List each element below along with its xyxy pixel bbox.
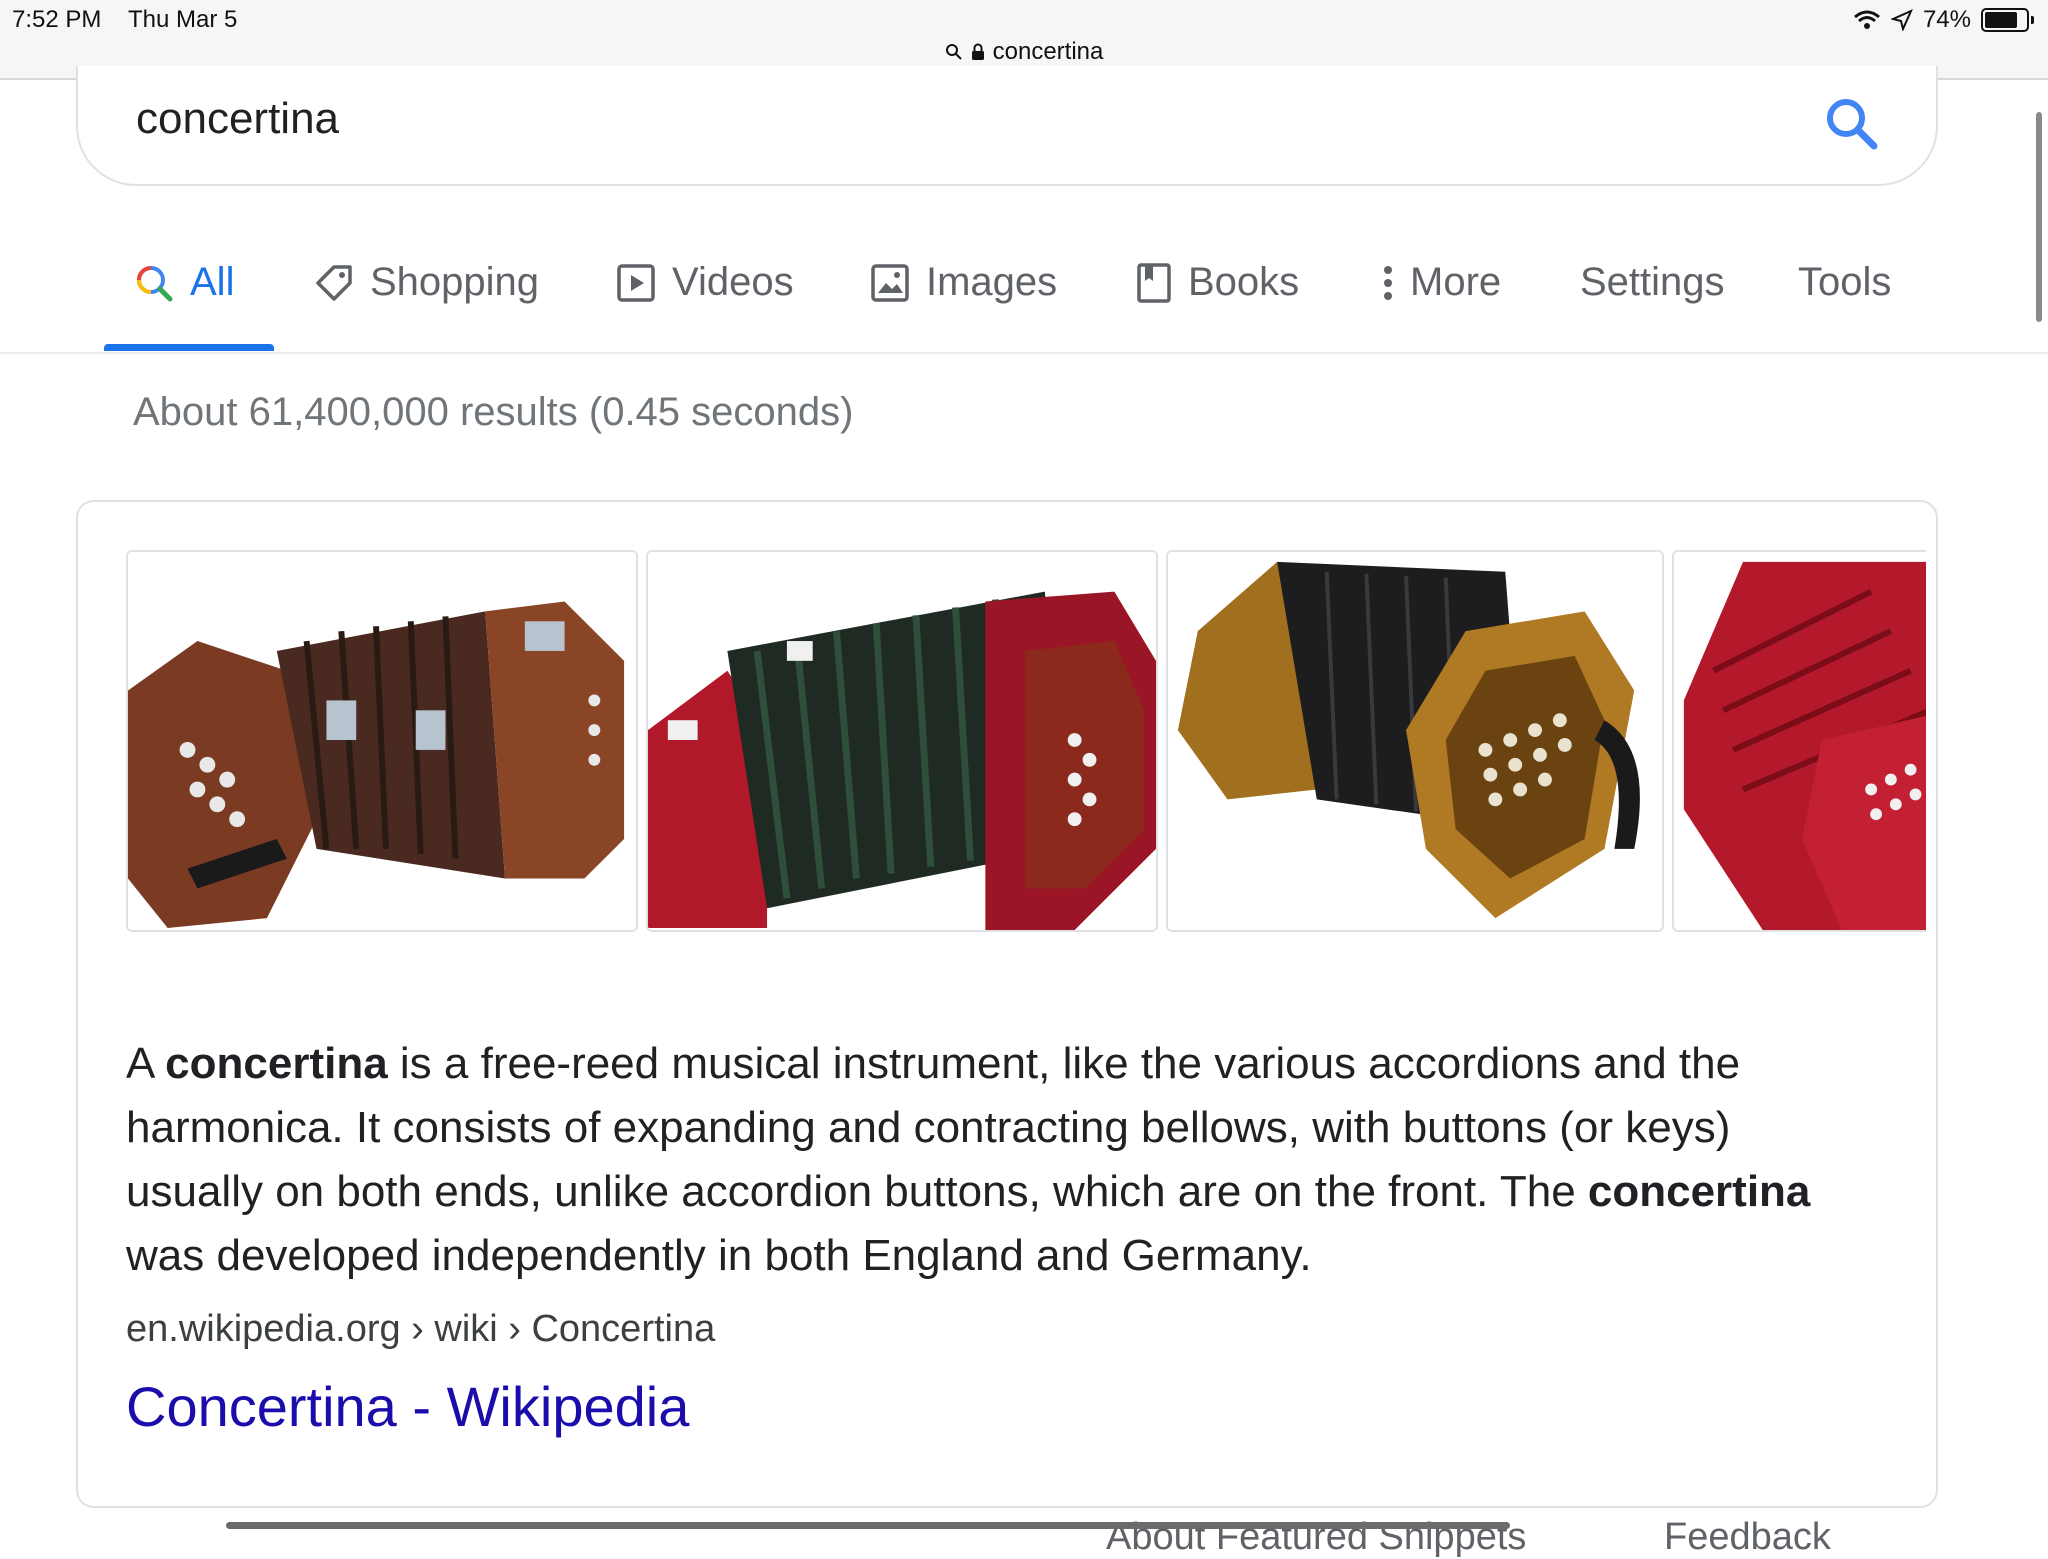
result-breadcrumb[interactable]: en.wikipedia.org › wiki › Concertina bbox=[126, 1308, 715, 1351]
tab-label: All bbox=[190, 260, 235, 304]
location-icon bbox=[1890, 9, 1913, 31]
search-input[interactable]: concertina bbox=[136, 94, 339, 144]
tab-more[interactable]: More bbox=[1382, 260, 1501, 305]
concertina-image bbox=[128, 552, 636, 930]
concertina-image bbox=[1674, 552, 1926, 930]
tab-label: Videos bbox=[672, 260, 794, 304]
snippet-text: A concertina is a free-reed musical inst… bbox=[126, 1039, 1811, 1280]
snippet-bold: concertina bbox=[165, 1039, 388, 1088]
url-bar[interactable]: concertina bbox=[0, 38, 2048, 66]
tab-books[interactable]: Books bbox=[1136, 260, 1299, 305]
tab-settings[interactable]: Settings bbox=[1580, 260, 1725, 305]
more-vert-icon bbox=[1384, 265, 1392, 300]
tab-label: Shopping bbox=[370, 260, 540, 304]
tab-images[interactable]: Images bbox=[870, 260, 1057, 305]
search-icon bbox=[945, 44, 962, 60]
featured-snippet-card: A concertina is a free-reed musical inst… bbox=[76, 500, 1938, 1508]
image-thumbnail[interactable] bbox=[126, 550, 638, 932]
lock-icon bbox=[971, 43, 984, 60]
search-icon[interactable] bbox=[1820, 92, 1884, 156]
home-indicator bbox=[226, 1522, 1510, 1529]
search-box[interactable]: concertina bbox=[76, 66, 1938, 186]
image-icon bbox=[871, 263, 909, 302]
tab-all[interactable]: All bbox=[134, 260, 234, 305]
concertina-image bbox=[648, 552, 1156, 930]
feedback-link[interactable]: Feedback bbox=[1664, 1516, 1831, 1559]
result-stats: About 61,400,000 results (0.45 seconds) bbox=[133, 390, 854, 434]
tag-icon bbox=[316, 264, 352, 301]
tab-label: Images bbox=[926, 260, 1058, 304]
url-text: concertina bbox=[992, 38, 1104, 65]
play-icon bbox=[617, 263, 655, 302]
image-thumbnail[interactable] bbox=[1672, 550, 1926, 932]
scrollbar[interactable] bbox=[2036, 112, 2042, 322]
tab-label: Books bbox=[1188, 260, 1300, 304]
search-tabs: All Shopping Videos Images Books More Se… bbox=[104, 240, 2004, 352]
active-tab-indicator bbox=[104, 344, 274, 351]
image-carousel[interactable] bbox=[126, 550, 1926, 936]
concertina-image bbox=[1168, 552, 1662, 930]
tab-tools[interactable]: Tools bbox=[1798, 260, 1891, 305]
tab-label: Settings bbox=[1580, 260, 1725, 304]
tab-label: More bbox=[1410, 260, 1502, 304]
battery-icon bbox=[1981, 8, 2029, 32]
image-thumbnail[interactable] bbox=[646, 550, 1158, 932]
result-title-link[interactable]: Concertina - Wikipedia bbox=[126, 1374, 689, 1439]
image-thumbnail[interactable] bbox=[1166, 550, 1664, 932]
tab-label: Tools bbox=[1798, 260, 1892, 304]
tab-videos[interactable]: Videos bbox=[616, 260, 794, 305]
status-icons: 74% bbox=[1853, 6, 2034, 34]
wifi-icon bbox=[1853, 10, 1880, 29]
snippet-bold: concertina bbox=[1587, 1167, 1811, 1216]
tabs-divider bbox=[0, 352, 2048, 354]
status-date: Thu Mar 5 bbox=[128, 6, 238, 33]
status-time: 7:52 PM bbox=[12, 6, 102, 33]
search-color-icon bbox=[137, 265, 173, 301]
battery-percent: 74% bbox=[1922, 6, 1971, 33]
tab-shopping[interactable]: Shopping bbox=[314, 260, 539, 305]
book-icon bbox=[1137, 262, 1171, 303]
